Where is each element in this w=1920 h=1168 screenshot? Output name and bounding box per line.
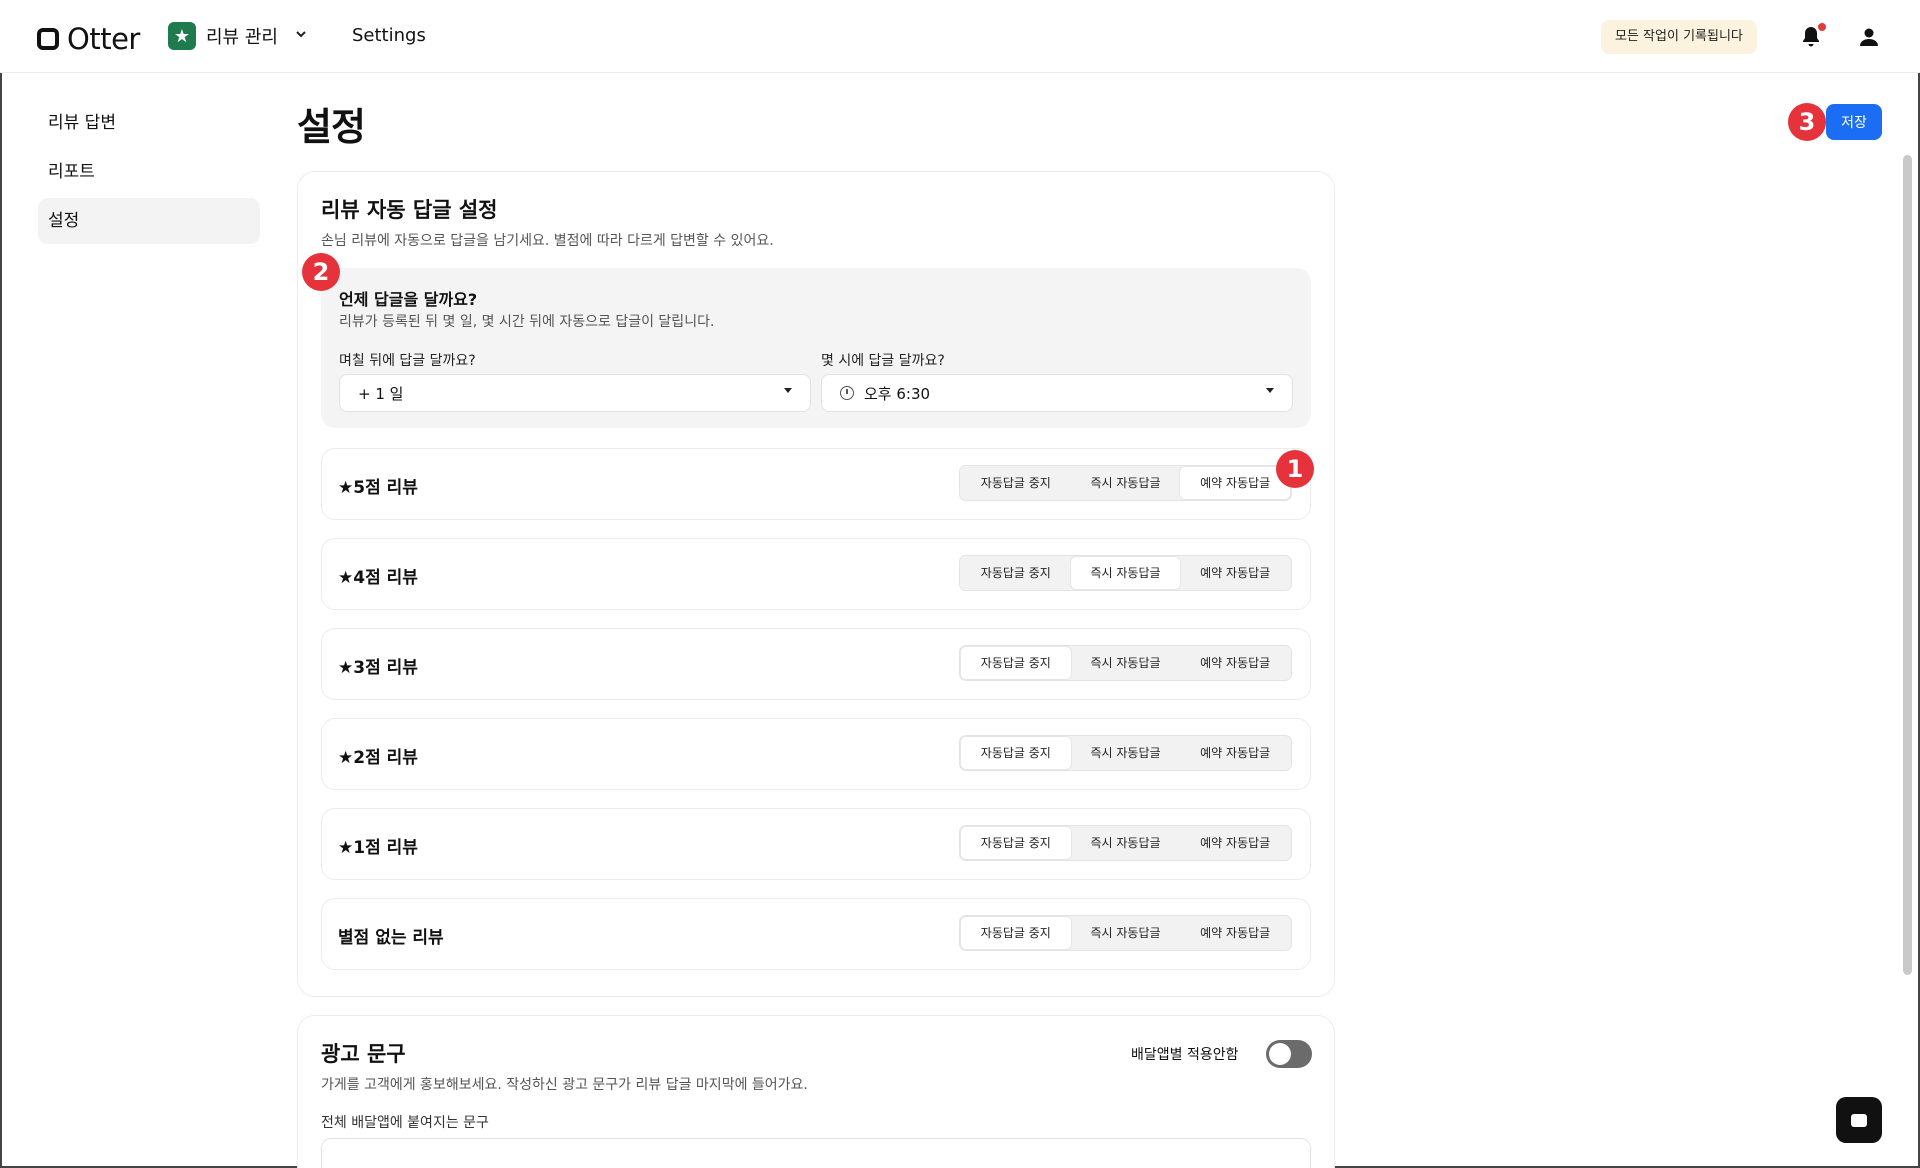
star-icon: ★ <box>168 22 196 50</box>
caret-down-icon <box>784 388 792 393</box>
reply-mode-segmented-control: 자동답글 중지 즉시 자동답글 예약 자동답글 <box>959 825 1292 861</box>
reply-mode-cancel-button[interactable]: 자동답글 중지 <box>961 827 1071 859</box>
rating-label: 별점 없는 리뷰 <box>338 928 444 948</box>
scrollbar-thumb[interactable] <box>1903 155 1912 975</box>
logo-text: Otter <box>67 22 140 56</box>
sidebar-item-report[interactable]: 리포트 <box>38 149 260 195</box>
window-border-left <box>0 0 2 1168</box>
reply-mode-instant-button[interactable]: 즉시 자동답글 <box>1071 917 1181 949</box>
toggle-knob <box>1269 1043 1291 1065</box>
app-name: 리뷰 관리 <box>206 27 278 48</box>
reply-mode-instant-button[interactable]: 즉시 자동답글 <box>1071 827 1181 859</box>
rating-label: ★2점 리뷰 <box>338 748 418 768</box>
reply-mode-instant-button[interactable]: 즉시 자동답글 <box>1070 557 1181 589</box>
settings-link[interactable]: Settings <box>352 25 426 46</box>
rating-row: ★3점 리뷰 자동답글 중지 즉시 자동답글 예약 자동답글 <box>321 628 1311 700</box>
sidebar: 리뷰 답변 리포트 설정 <box>38 100 260 247</box>
days-label: 며칠 뒤에 답글 달까요? <box>339 353 476 369</box>
activity-log-badge: 모든 작업이 기록됩니다 <box>1601 20 1757 54</box>
otter-logo-mark <box>37 28 59 50</box>
reply-mode-instant-button[interactable]: 즉시 자동답글 <box>1071 647 1181 679</box>
reply-mode-scheduled-button[interactable]: 예약 자동답글 <box>1180 737 1290 769</box>
reply-mode-instant-button[interactable]: 즉시 자동답글 <box>1071 467 1181 499</box>
annotation-marker-1: 1 <box>1276 450 1314 488</box>
ad-card-title: 광고 문구 <box>321 1042 406 1066</box>
rating-label: ★3점 리뷰 <box>338 658 418 678</box>
reply-mode-scheduled-button[interactable]: 예약 자동답글 <box>1180 827 1290 859</box>
annotation-marker-3: 3 <box>1788 103 1826 141</box>
reply-mode-cancel-button[interactable]: 자동답글 중지 <box>961 737 1071 769</box>
rating-row: 별점 없는 리뷰 자동답글 중지 즉시 자동답글 예약 자동답글 <box>321 898 1311 970</box>
sidebar-item-review-reply[interactable]: 리뷰 답변 <box>38 100 260 146</box>
days-value: + 1 일 <box>358 384 404 403</box>
app-switcher[interactable]: ★ 리뷰 관리 <box>168 22 308 50</box>
timing-title: 언제 답글을 달까요? <box>339 290 478 309</box>
per-app-toggle[interactable] <box>1266 1040 1312 1068</box>
time-label: 몇 시에 답글 달까요? <box>821 353 945 369</box>
chat-button[interactable] <box>1836 1097 1882 1143</box>
reply-mode-scheduled-button[interactable]: 예약 자동답글 <box>1180 647 1290 679</box>
time-value: 오후 6:30 <box>864 384 931 403</box>
reply-mode-cancel-button[interactable]: 자동답글 중지 <box>961 467 1071 499</box>
time-select[interactable]: 오후 6:30 <box>821 374 1293 412</box>
ad-text-card: 광고 문구 가게를 고객에게 홍보해보세요. 작성하신 광고 문구가 리뷰 답글… <box>297 1015 1335 1168</box>
card-description: 손님 리뷰에 자동으로 답글을 남기세요. 별점에 따라 다르게 답변할 수 있… <box>321 233 774 249</box>
reply-mode-scheduled-button[interactable]: 예약 자동답글 <box>1180 557 1290 589</box>
annotation-marker-2: 2 <box>302 253 340 291</box>
sidebar-item-settings[interactable]: 설정 <box>38 198 260 244</box>
chevron-down-icon <box>294 27 308 45</box>
rating-row: ★4점 리뷰 자동답글 중지 즉시 자동답글 예약 자동답글 <box>321 538 1311 610</box>
rating-label: ★1점 리뷰 <box>338 838 418 858</box>
rating-row: ★2점 리뷰 자동답글 중지 즉시 자동답글 예약 자동답글 <box>321 718 1311 790</box>
days-select[interactable]: + 1 일 <box>339 374 811 412</box>
reply-mode-segmented-control: 자동답글 중지 즉시 자동답글 예약 자동답글 <box>959 645 1292 681</box>
reply-mode-segmented-control: 자동답글 중지 즉시 자동답글 예약 자동답글 <box>959 555 1292 591</box>
rating-row: ★5점 리뷰 자동답글 중지 즉시 자동답글 예약 자동답글 <box>321 448 1311 520</box>
page-title: 설정 <box>297 105 366 149</box>
reply-mode-cancel-button[interactable]: 자동답글 중지 <box>961 557 1071 589</box>
clock-icon <box>840 386 854 400</box>
card-title: 리뷰 자동 답글 설정 <box>321 198 498 222</box>
rating-label: ★4점 리뷰 <box>338 568 418 588</box>
reply-mode-cancel-button[interactable]: 자동답글 중지 <box>961 647 1071 679</box>
chat-icon <box>1851 1113 1867 1127</box>
top-header: Otter ★ 리뷰 관리 Settings 모든 작업이 기록됩니다 <box>0 0 1920 73</box>
notification-dot <box>1818 23 1826 31</box>
user-icon[interactable] <box>1857 25 1881 49</box>
ad-text-input[interactable] <box>321 1138 1311 1168</box>
auto-reply-settings-card: 리뷰 자동 답글 설정 손님 리뷰에 자동으로 답글을 남기세요. 별점에 따라… <box>297 171 1335 997</box>
reply-mode-segmented-control: 자동답글 중지 즉시 자동답글 예약 자동답글 <box>959 915 1292 951</box>
reply-timing-box: 언제 답글을 달까요? 리뷰가 등록된 뒤 몇 일, 몇 시간 뒤에 자동으로 … <box>321 268 1311 428</box>
timing-description: 리뷰가 등록된 뒤 몇 일, 몇 시간 뒤에 자동으로 답글이 달립니다. <box>339 314 715 330</box>
caret-down-icon <box>1266 388 1274 393</box>
reply-mode-scheduled-button[interactable]: 예약 자동답글 <box>1180 467 1291 499</box>
ad-field-label: 전체 배달앱에 붙여지는 문구 <box>321 1115 489 1131</box>
save-button[interactable]: 저장 <box>1826 104 1882 140</box>
ad-card-description: 가게를 고객에게 홍보해보세요. 작성하신 광고 문구가 리뷰 답글 마지막에 … <box>321 1077 808 1093</box>
reply-mode-scheduled-button[interactable]: 예약 자동답글 <box>1180 917 1290 949</box>
reply-mode-segmented-control: 자동답글 중지 즉시 자동답글 예약 자동답글 <box>959 465 1292 501</box>
reply-mode-cancel-button[interactable]: 자동답글 중지 <box>961 917 1071 949</box>
rating-label: ★5점 리뷰 <box>338 478 418 498</box>
otter-logo[interactable]: Otter <box>37 22 140 56</box>
reply-mode-segmented-control: 자동답글 중지 즉시 자동답글 예약 자동답글 <box>959 735 1292 771</box>
per-app-toggle-label: 배달앱별 적용안함 <box>1131 1047 1239 1063</box>
rating-row: ★1점 리뷰 자동답글 중지 즉시 자동답글 예약 자동답글 <box>321 808 1311 880</box>
reply-mode-instant-button[interactable]: 즉시 자동답글 <box>1071 737 1181 769</box>
